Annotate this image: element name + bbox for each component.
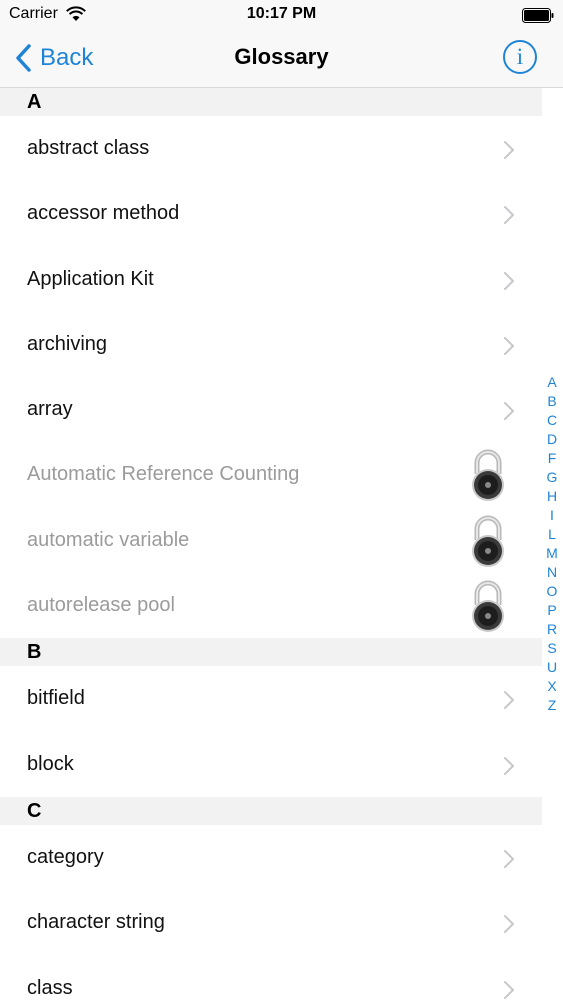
status-bar: Carrier 10:17 PM (0, 0, 563, 30)
index-letter-z[interactable]: Z (541, 696, 563, 715)
index-letter-c[interactable]: C (541, 411, 563, 430)
index-letter-x[interactable]: X (541, 677, 563, 696)
padlock-icon (472, 580, 504, 633)
index-letter-r[interactable]: R (541, 620, 563, 639)
index-letter-g[interactable]: G (541, 468, 563, 487)
index-letter-n[interactable]: N (541, 563, 563, 582)
index-letter-p[interactable]: P (541, 601, 563, 620)
glossary-term-label: accessor method (27, 202, 180, 225)
glossary-row[interactable]: character string (0, 890, 542, 955)
glossary-row[interactable]: block (0, 732, 542, 797)
status-time: 10:17 PM (246, 5, 317, 22)
glossary-row[interactable]: abstract class (0, 116, 542, 181)
locked-glossary-row[interactable]: automatic variable (0, 508, 542, 573)
glossary-term-label: automatic variable (27, 528, 190, 551)
index-letter-h[interactable]: H (541, 487, 563, 506)
glossary-term-label: category (27, 845, 104, 868)
index-letter-i[interactable]: I (541, 506, 563, 525)
glossary-row[interactable]: category (0, 825, 542, 890)
chevron-right-icon (504, 691, 514, 710)
chevron-right-icon (504, 849, 514, 868)
glossary-row[interactable]: bitfield (0, 666, 542, 731)
index-letter-o[interactable]: O (541, 582, 563, 601)
padlock-icon (472, 450, 504, 502)
index-letter-b[interactable]: B (541, 392, 563, 411)
index-letter-l[interactable]: L (541, 525, 563, 544)
glossary-term-label: bitfield (27, 687, 85, 710)
glossary-term-label: array (27, 398, 73, 421)
glossary-term-label: block (27, 752, 74, 775)
glossary-list: Aabstract class accessor method Applicatio… (0, 88, 542, 1000)
chevron-right-icon (504, 980, 514, 999)
glossary-row[interactable]: array (0, 377, 542, 442)
glossary-term-label: Automatic Reference Counting (27, 463, 300, 486)
index-letter-a[interactable]: A (541, 373, 563, 392)
glossary-term-label: abstract class (27, 137, 150, 159)
glossary-term-label: archiving (27, 332, 108, 355)
padlock-icon (472, 515, 504, 567)
glossary-term-label: autorelease pool (27, 594, 175, 617)
chevron-right-icon (504, 756, 514, 775)
index-letter-s[interactable]: S (541, 639, 563, 658)
chevron-right-icon (504, 915, 514, 934)
locked-glossary-row[interactable]: Automatic Reference Counting (0, 442, 542, 507)
info-button[interactable]: i (503, 40, 537, 74)
chevron-right-icon (504, 271, 514, 290)
section-header-c: C (0, 796, 542, 825)
chevron-right-icon (504, 402, 514, 421)
chevron-right-icon (504, 206, 514, 225)
page-title: Glossary (234, 44, 329, 69)
glossary-row[interactable]: archiving (0, 312, 542, 377)
glossary-term-label: class (27, 976, 73, 999)
navigation-bar: Back Glossary i (0, 30, 563, 88)
index-letter-m[interactable]: M (541, 544, 563, 563)
glossary-term-label: Application Kit (27, 267, 154, 290)
section-index[interactable]: ABCDFGHILMNOPRSUXZ (541, 373, 563, 715)
battery-icon (522, 8, 554, 23)
section-header-a: A (0, 88, 542, 116)
index-letter-f[interactable]: F (541, 449, 563, 468)
section-header-b: B (0, 638, 542, 667)
index-letter-u[interactable]: U (541, 658, 563, 677)
glossary-term-label: character string (27, 911, 165, 934)
locked-glossary-row[interactable]: autorelease pool (0, 573, 542, 638)
glossary-row[interactable]: class (0, 956, 542, 1000)
chevron-right-icon (504, 141, 514, 159)
glossary-row[interactable]: accessor method (0, 181, 542, 246)
glossary-row[interactable]: Application Kit (0, 247, 542, 312)
index-letter-d[interactable]: D (541, 430, 563, 449)
chevron-right-icon (504, 336, 514, 355)
